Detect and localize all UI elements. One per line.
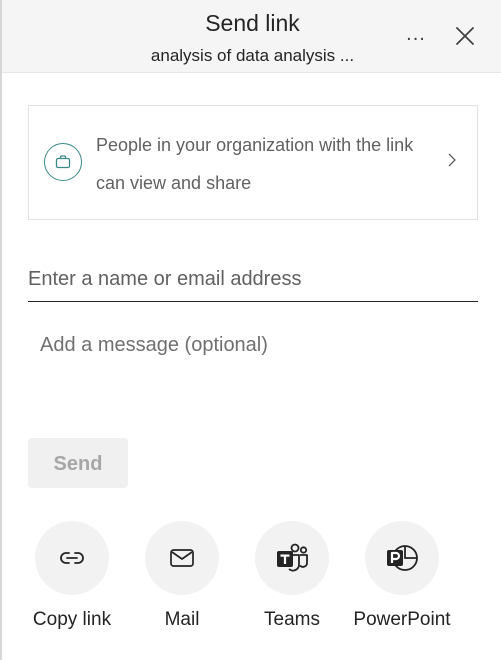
file-name: analysis of data analysis ...: [150, 46, 355, 65]
copy-link-circle: [35, 521, 109, 595]
copy-link-label: Copy link: [32, 609, 112, 630]
powerpoint-button[interactable]: PowerPoint: [347, 521, 457, 641]
powerpoint-icon: [387, 545, 418, 571]
mail-button[interactable]: Mail: [127, 521, 237, 641]
message-input[interactable]: [40, 334, 470, 414]
mail-icon: [170, 549, 194, 567]
recipient-input[interactable]: [28, 258, 478, 302]
link-permission-settings[interactable]: People in your organization with the lin…: [28, 105, 478, 220]
permission-text-line2: can view and share: [96, 173, 252, 193]
link-icon: [60, 552, 84, 564]
powerpoint-circle: [365, 521, 439, 595]
teams-circle: [255, 521, 329, 595]
close-button[interactable]: [450, 21, 480, 51]
chevron-right-icon: [448, 153, 456, 167]
teams-label: Teams: [264, 609, 320, 630]
teams-icon: [277, 543, 308, 572]
dialog-header: Send link analysis of data analysis ... …: [2, 0, 501, 73]
briefcase-icon: [44, 143, 82, 181]
more-options-button[interactable]: ...: [400, 20, 432, 48]
send-link-dialog: Send link analysis of data analysis ... …: [0, 0, 501, 660]
close-icon: [456, 27, 474, 45]
copy-link-button[interactable]: Copy link: [17, 521, 127, 641]
mail-label: Mail: [164, 609, 200, 630]
teams-button[interactable]: Teams: [237, 521, 347, 641]
permission-description: People in your organization with the lin…: [96, 126, 441, 202]
mail-circle: [145, 521, 219, 595]
powerpoint-label: PowerPoint: [353, 609, 451, 630]
send-button[interactable]: Send: [28, 438, 128, 488]
permission-text-line1: People in your organization with the lin…: [96, 135, 414, 155]
